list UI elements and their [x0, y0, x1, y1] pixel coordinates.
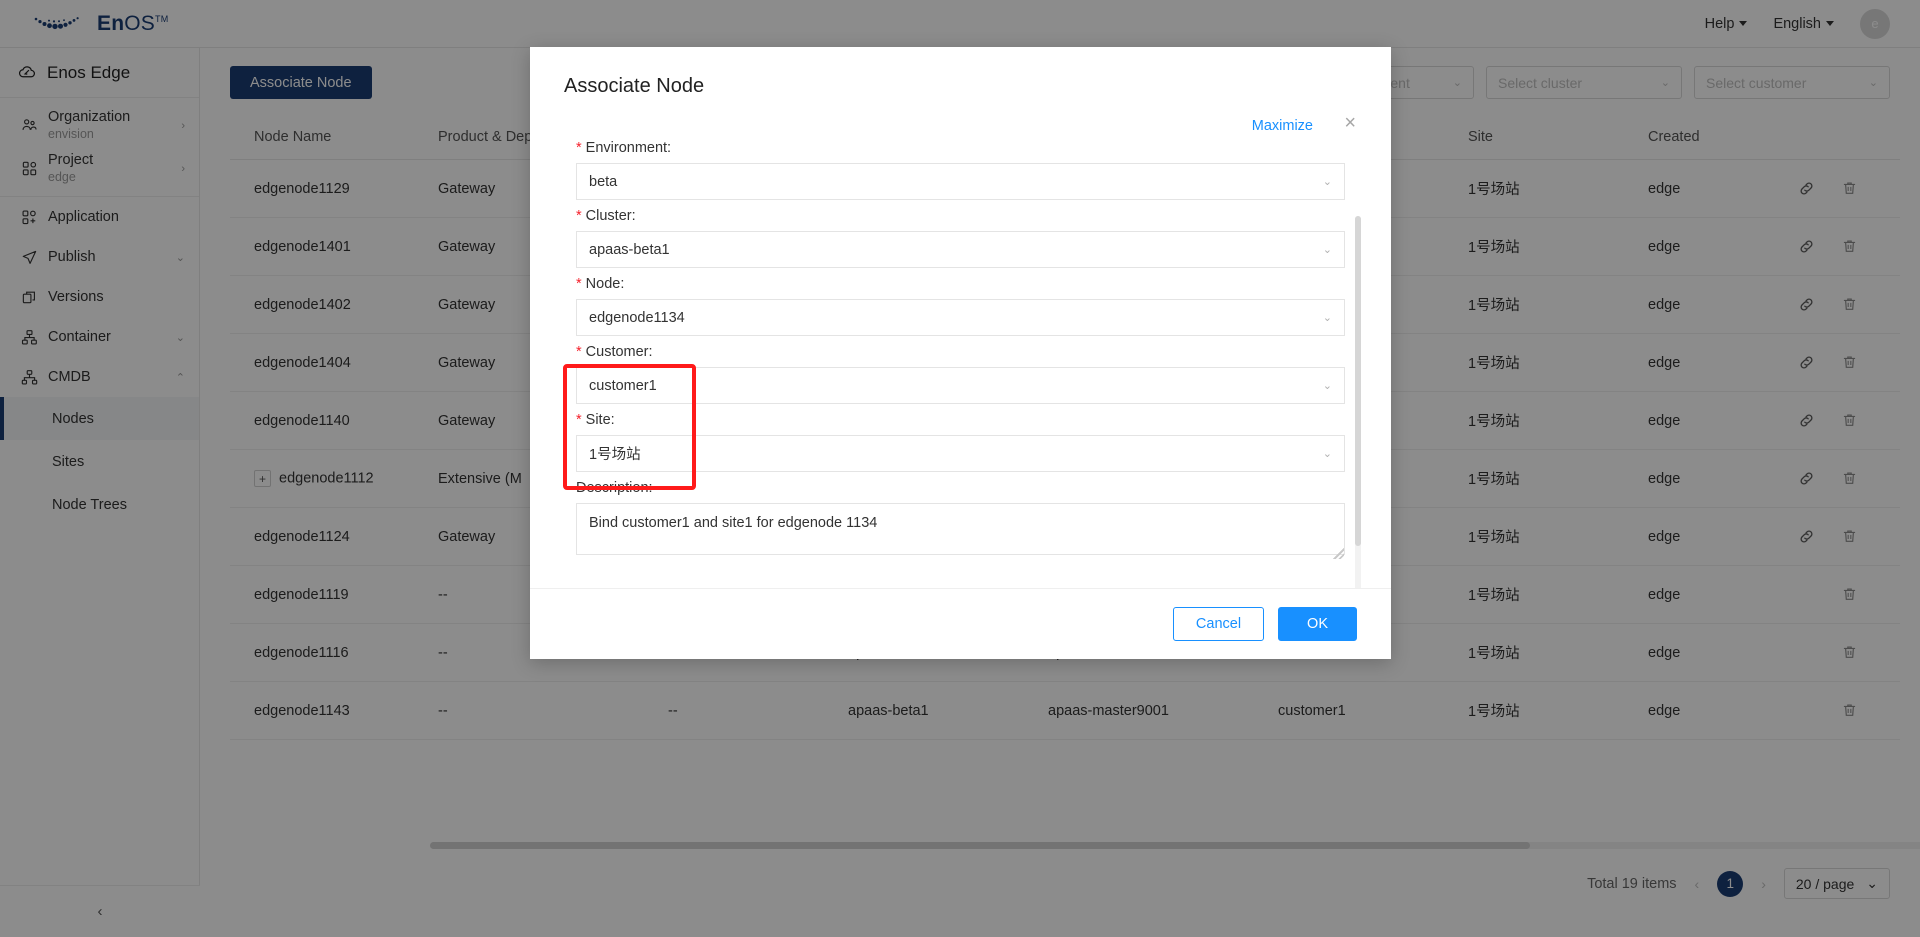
select-value: customer1: [589, 378, 657, 394]
form-field-site: *Site: 1号场站 ⌄: [576, 406, 1345, 472]
field-label: *Node:: [576, 270, 1345, 299]
dialog-title: Associate Node: [564, 75, 1357, 98]
field-label-text: Environment:: [586, 140, 671, 156]
scrollbar-thumb[interactable]: [1355, 216, 1361, 546]
dialog-scrollbar[interactable]: [1355, 216, 1361, 588]
field-label-text: Customer:: [586, 344, 653, 360]
select-cluster[interactable]: apaas-beta1 ⌄: [576, 231, 1345, 268]
chevron-down-icon: ⌄: [1323, 243, 1332, 256]
field-label: *Cluster:: [576, 202, 1345, 231]
associate-node-form: *Environment:beta⌄*Cluster:apaas-beta1⌄*…: [576, 134, 1345, 560]
select-customer[interactable]: customer1 ⌄: [576, 367, 1345, 404]
field-label-text: Node:: [586, 276, 625, 292]
form-field-description: Description:: [576, 474, 1345, 560]
required-asterisk: *: [576, 140, 582, 156]
app-root: EnOSTM Help English e Enos Edge: [0, 0, 1920, 937]
chevron-down-icon: ⌄: [1323, 379, 1332, 392]
form-field-customer: *Customer: customer1 ⌄: [576, 338, 1345, 404]
description-textarea[interactable]: [576, 503, 1345, 555]
cancel-button[interactable]: Cancel: [1173, 607, 1264, 641]
required-asterisk: *: [576, 276, 582, 292]
select-environment[interactable]: beta ⌄: [576, 163, 1345, 200]
required-asterisk: *: [576, 412, 582, 428]
select-value: apaas-beta1: [589, 242, 670, 258]
chevron-down-icon: ⌄: [1323, 447, 1332, 460]
required-asterisk: *: [576, 208, 582, 224]
field-label-text: Cluster:: [586, 208, 636, 224]
dialog-header: Associate Node: [530, 47, 1391, 98]
field-label-text: Description:: [576, 480, 653, 496]
form-field-environment: *Environment: beta ⌄: [576, 134, 1345, 200]
select-value: 1号场站: [589, 443, 641, 464]
field-label: *Customer:: [576, 338, 1345, 367]
field-label: *Environment:: [576, 134, 1345, 163]
textarea-wrapper: [576, 503, 1345, 560]
field-label: Description:: [576, 474, 1345, 503]
form-field-node: *Node: edgenode1134 ⌄: [576, 270, 1345, 336]
chevron-down-icon: ⌄: [1323, 311, 1332, 324]
dialog-body: *Environment:beta⌄*Cluster:apaas-beta1⌄*…: [530, 98, 1391, 588]
ok-button[interactable]: OK: [1278, 607, 1357, 641]
form-field-cluster: *Cluster: apaas-beta1 ⌄: [576, 202, 1345, 268]
field-label: *Site:: [576, 406, 1345, 435]
select-value: beta: [589, 174, 617, 190]
associate-node-dialog: Associate Node Maximize × *Environment:b…: [530, 47, 1391, 659]
resize-grip-icon[interactable]: [1333, 548, 1344, 559]
select-node[interactable]: edgenode1134 ⌄: [576, 299, 1345, 336]
dialog-footer: Cancel OK: [530, 588, 1391, 659]
select-value: edgenode1134: [589, 310, 685, 326]
chevron-down-icon: ⌄: [1323, 175, 1332, 188]
field-label-text: Site:: [586, 412, 615, 428]
select-site[interactable]: 1号场站 ⌄: [576, 435, 1345, 472]
required-asterisk: *: [576, 344, 582, 360]
